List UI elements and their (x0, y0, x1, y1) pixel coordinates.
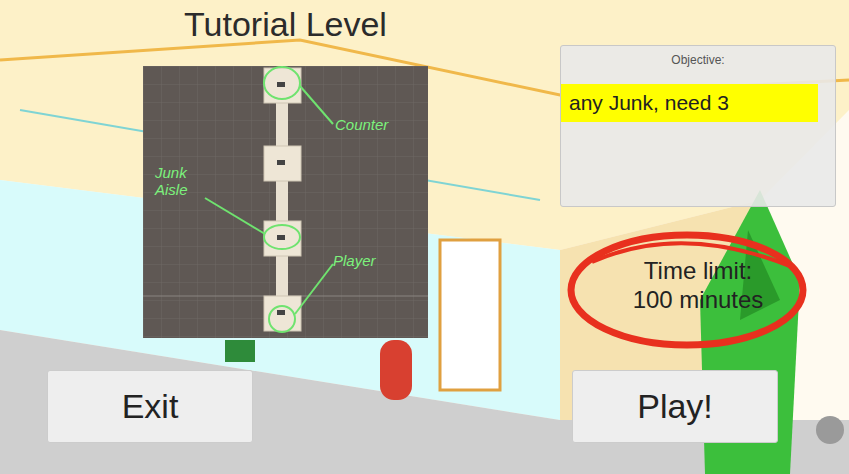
map-annotation: Junk Aisle (155, 164, 211, 198)
objective-label: Objective: (561, 46, 835, 68)
level-select-screen: Tutorial Level Counter Junk Aisle Player Obj… (0, 0, 849, 474)
time-limit: Time limit:100 minutes (560, 227, 836, 342)
time-limit-label: Time limit: (644, 256, 752, 285)
map-drawing (143, 66, 428, 338)
time-limit-value: 100 minutes (633, 285, 764, 314)
map-annotation: Player (333, 252, 376, 269)
map-annotation: Counter (335, 116, 388, 133)
objective-item: any Junk, need 3 (561, 84, 818, 122)
exit-button[interactable]: Exit (47, 370, 253, 443)
objective-panel: Objective: any Junk, need 3 (560, 45, 836, 207)
play-button[interactable]: Play! (572, 370, 778, 443)
level-title: Tutorial Level (143, 4, 428, 44)
level-map: Counter Junk Aisle Player (143, 66, 428, 338)
